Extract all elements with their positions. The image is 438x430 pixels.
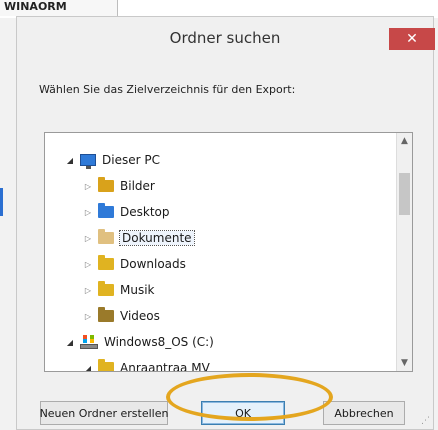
new-folder-button[interactable]: Neuen Ordner erstellen — [40, 401, 168, 425]
scroll-thumb[interactable] — [399, 173, 410, 215]
resize-grip-icon[interactable]: ⋰ — [421, 416, 430, 426]
dialog-prompt: Wählen Sie das Zielverzeichnis für den E… — [39, 83, 296, 96]
tree-item-label: Dokumente — [119, 230, 195, 246]
ok-button[interactable]: OK — [201, 401, 285, 425]
tree-item[interactable]: ▷ Downloads — [45, 251, 397, 277]
folder-icon — [98, 177, 114, 192]
tree-item[interactable]: ▷ Videos — [45, 303, 397, 329]
folder-icon — [98, 359, 114, 371]
tree-item[interactable]: ▷ Desktop — [45, 199, 397, 225]
tree-scrollbar[interactable]: ▲ ▼ — [396, 133, 412, 371]
tree-item-label: Dieser PC — [102, 153, 160, 167]
tree-item-label: Downloads — [120, 257, 186, 271]
expand-arrow-icon[interactable]: ▷ — [83, 208, 93, 217]
scroll-down-icon[interactable]: ▼ — [397, 355, 412, 371]
expand-arrow-icon[interactable]: ▷ — [83, 286, 93, 295]
tree-item-label: Bilder — [120, 179, 155, 193]
background-accent-bar — [0, 188, 3, 216]
pc-icon — [80, 154, 96, 169]
title-bar: Ordner suchen ✕ — [17, 17, 435, 61]
expand-arrow-icon[interactable]: ▷ — [83, 260, 93, 269]
close-button[interactable]: ✕ — [389, 28, 435, 50]
background-tab[interactable]: WINAORM — [0, 0, 118, 16]
folder-tree-list: ◢ Dieser PC ▷ Bilder ▷ Desktop ▷ Dokumente ▷ Down… — [45, 147, 397, 372]
collapse-arrow-icon[interactable]: ◢ — [65, 156, 75, 165]
folder-tree[interactable]: ◢ Dieser PC ▷ Bilder ▷ Desktop ▷ Dokumente ▷ Down… — [44, 132, 413, 372]
dialog-title: Ordner suchen — [169, 29, 281, 47]
tree-item[interactable]: ◢ Windows8_OS (C:) — [45, 329, 397, 355]
cancel-button[interactable]: Abbrechen — [323, 401, 405, 425]
tree-item-label: Anraantraa MV — [120, 361, 210, 372]
folder-icon — [98, 255, 114, 270]
close-icon: ✕ — [406, 31, 418, 47]
tree-item-label: Windows8_OS (C:) — [104, 335, 214, 349]
tree-item[interactable]: ◢ Anraantraa MV — [45, 355, 397, 372]
drive-icon — [80, 335, 98, 349]
tree-item[interactable]: ▷ Musik — [45, 277, 397, 303]
expand-arrow-icon[interactable]: ▷ — [83, 182, 93, 191]
tree-item-label: Musik — [120, 283, 155, 297]
collapse-arrow-icon[interactable]: ◢ — [83, 364, 93, 372]
tree-item-label: Videos — [120, 309, 160, 323]
tree-item-label: Desktop — [120, 205, 170, 219]
scroll-up-icon[interactable]: ▲ — [397, 133, 412, 149]
expand-arrow-icon[interactable]: ▷ — [83, 234, 93, 243]
tree-item[interactable]: ◢ Dieser PC — [45, 147, 397, 173]
folder-icon — [98, 281, 114, 296]
tree-item[interactable]: ▷ Bilder — [45, 173, 397, 199]
folder-browse-dialog: Ordner suchen ✕ Wählen Sie das Zielverze… — [16, 16, 435, 430]
folder-icon — [98, 229, 114, 244]
tree-item[interactable]: ▷ Dokumente — [45, 225, 397, 251]
collapse-arrow-icon[interactable]: ◢ — [65, 338, 75, 347]
folder-icon — [98, 307, 114, 322]
folder-icon — [98, 203, 114, 218]
expand-arrow-icon[interactable]: ▷ — [83, 312, 93, 321]
